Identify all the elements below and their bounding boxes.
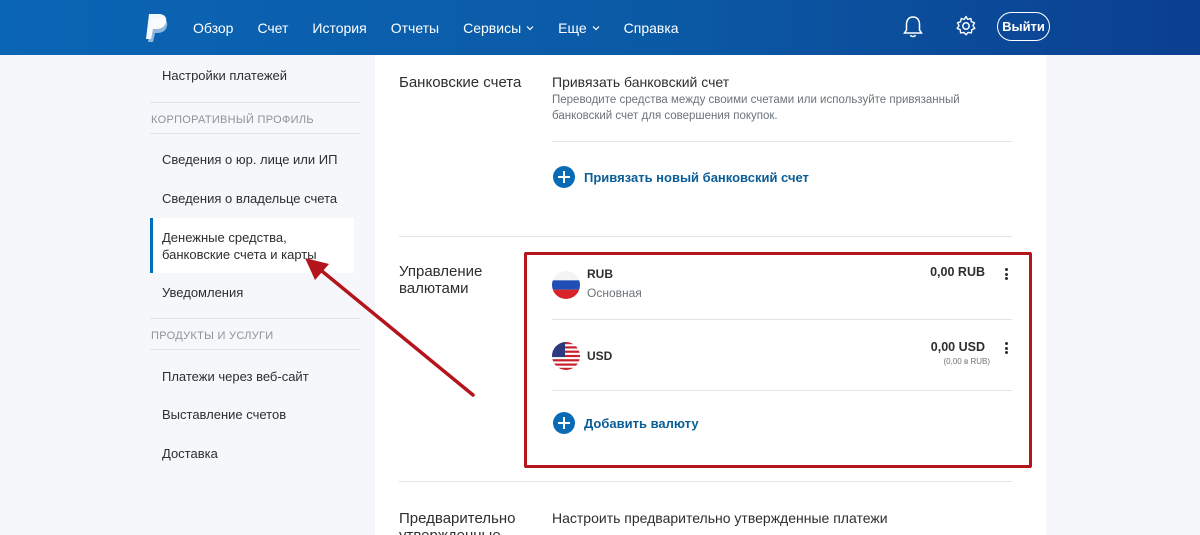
nav-more-label: Еще xyxy=(558,19,587,36)
add-bank-account-link[interactable]: Привязать новый банковский счет xyxy=(584,170,809,185)
divider xyxy=(552,141,1012,142)
nav-help[interactable]: Справка xyxy=(624,20,679,36)
nav-overview[interactable]: Обзор xyxy=(193,20,233,36)
sidebar-item-web-payments[interactable]: Платежи через веб-сайт xyxy=(162,369,309,384)
chevron-down-icon xyxy=(592,25,600,30)
nav-account[interactable]: Счет xyxy=(257,20,288,36)
bank-accounts-title: Банковские счета xyxy=(399,74,522,91)
nav-reports-label: Отчеты xyxy=(390,19,440,36)
nav-services[interactable]: Сервисы xyxy=(463,20,534,36)
nav-reports[interactable]: Отчеты xyxy=(391,20,439,36)
logout-button[interactable]: Выйти xyxy=(997,12,1050,41)
chevron-down-icon xyxy=(526,25,534,30)
nav-account-label: Счет xyxy=(257,19,289,36)
sidebar-item-notifications[interactable]: Уведомления xyxy=(162,285,243,300)
main-nav: Обзор Счет История Отчеты Сервисы Еще Сп… xyxy=(193,0,703,55)
paypal-logo[interactable] xyxy=(143,12,169,42)
sidebar-item-invoicing[interactable]: Выставление счетов xyxy=(162,407,286,422)
preapproved-title: Предварительно утвержденные xyxy=(399,510,516,535)
nav-history-label: История xyxy=(312,19,367,36)
sidebar-section-corporate: КОРПОРАТИВНЫЙ ПРОФИЛЬ xyxy=(151,114,314,126)
nav-help-label: Справка xyxy=(623,19,679,36)
annotation-arrow-icon xyxy=(305,258,475,397)
sidebar-section-products: ПРОДУКТЫ И УСЛУГИ xyxy=(151,330,274,342)
sidebar-item-legal-entity[interactable]: Сведения о юр. лице или ИП xyxy=(162,152,337,167)
sidebar-divider xyxy=(150,102,360,103)
sidebar-item-shipping[interactable]: Доставка xyxy=(162,446,218,461)
section-divider xyxy=(399,236,1012,237)
bell-icon[interactable] xyxy=(902,15,924,39)
bank-description: Переводите средства между своими счетами… xyxy=(552,94,960,122)
link-bank-account-title: Привязать банковский счет xyxy=(552,74,730,90)
preapproved-link-title: Настроить предварительно утвержденные пл… xyxy=(552,510,888,526)
sidebar-item-account-owner[interactable]: Сведения о владельце счета xyxy=(162,191,337,206)
nav-overview-label: Обзор xyxy=(193,19,234,36)
nav-services-label: Сервисы xyxy=(463,19,522,36)
nav-more[interactable]: Еще xyxy=(558,20,600,36)
highlight-frame xyxy=(524,252,1032,468)
top-navigation-bar: Обзор Счет История Отчеты Сервисы Еще Сп… xyxy=(0,0,1200,55)
add-bank-plus-icon[interactable] xyxy=(553,166,575,188)
nav-history[interactable]: История xyxy=(312,20,366,36)
sidebar-item-payment-settings[interactable]: Настройки платежей xyxy=(162,68,287,83)
gear-icon[interactable] xyxy=(955,15,977,37)
sidebar-divider xyxy=(150,133,360,134)
section-divider xyxy=(399,481,1012,482)
